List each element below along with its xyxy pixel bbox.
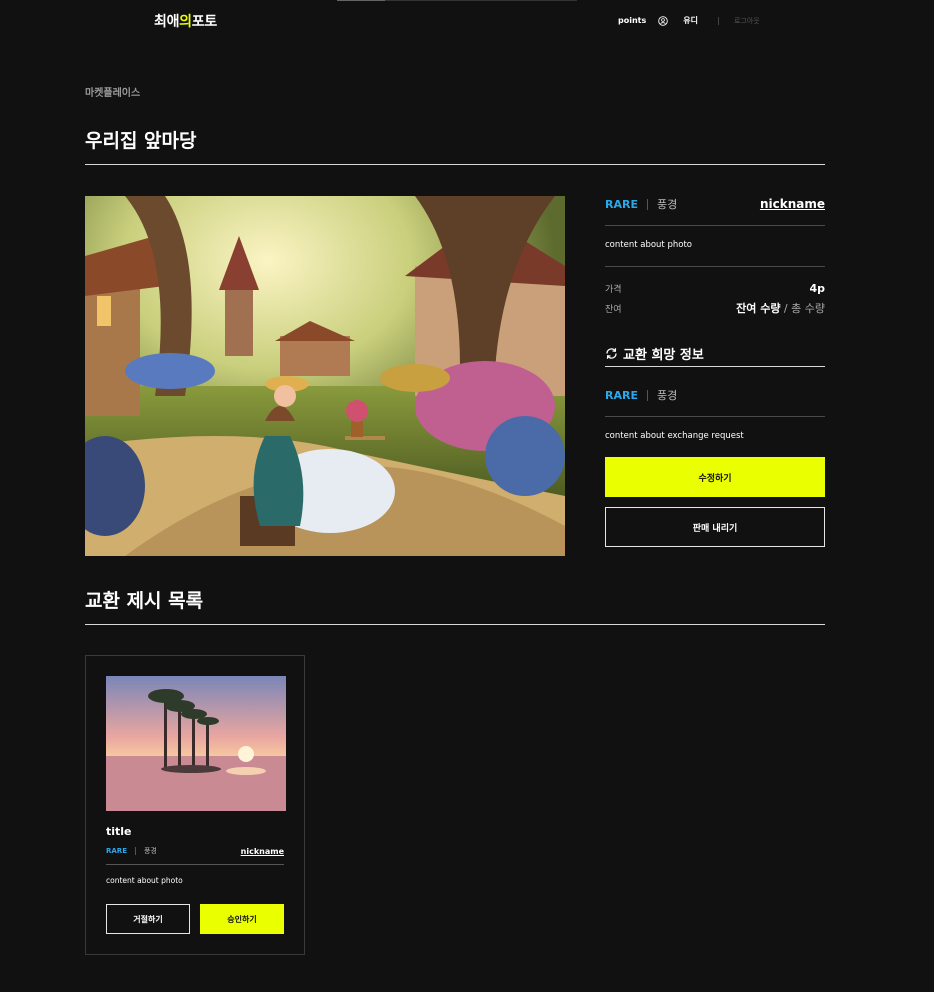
edit-button[interactable]: 수정하기 (605, 457, 825, 497)
approve-button[interactable]: 승인하기 (200, 904, 284, 934)
offer-rarity-badge: RARE (106, 847, 127, 855)
logo[interactable]: 최애의포토 (154, 11, 217, 31)
product-description: content about photo (605, 240, 692, 250)
offers-divider (85, 624, 825, 625)
exchange-meta-divider (605, 416, 825, 417)
meta-separator (646, 389, 648, 401)
logout-link[interactable]: 로그아웃 (734, 16, 760, 26)
exchange-description: content about exchange request (605, 431, 744, 441)
unlist-button[interactable]: 판매 내리기 (605, 507, 825, 547)
reject-button[interactable]: 거절하기 (106, 904, 190, 934)
category-label: 풍경 (656, 198, 678, 211)
exchange-meta: RARE 풍경 (605, 387, 825, 403)
user-icon[interactable] (658, 15, 669, 26)
nav-divider (717, 16, 719, 25)
stock-total: / 총 수량 (780, 302, 825, 315)
stock-label: 잔여 (605, 304, 622, 315)
stock-remaining: 잔여 수량 (736, 302, 781, 315)
top-nav: points 유디 로그아웃 (618, 15, 760, 26)
offer-divider (106, 864, 284, 865)
offer-nickname[interactable]: nickname (241, 847, 284, 856)
offer-description: content about photo (106, 876, 183, 885)
exchange-rarity-badge: RARE (605, 388, 638, 402)
logo-text-highlight: 의 (179, 14, 192, 30)
meta-separator (646, 198, 648, 210)
meta-separator (134, 847, 136, 855)
offers-section-title: 교환 제시 목록 (85, 590, 204, 612)
exchange-category-label: 풍경 (656, 389, 678, 402)
price-value: 4p (809, 282, 825, 295)
logo-text-1: 최애 (154, 14, 180, 30)
exchange-title-divider (605, 366, 825, 367)
price-row: 가격 4p (605, 282, 825, 295)
user-name[interactable]: 유디 (683, 15, 698, 26)
stock-value: 잔여 수량 / 총 수량 (736, 300, 825, 316)
logo-text-2: 포토 (191, 14, 217, 30)
top-scroll-indicator (337, 0, 385, 1)
offer-photo (106, 676, 286, 811)
product-meta: RARE 풍경 nickname (605, 196, 825, 212)
offer-meta: RARE 풍경 nickname (106, 846, 284, 856)
breadcrumb[interactable]: 마켓플레이스 (85, 84, 140, 99)
offer-title: title (106, 825, 132, 838)
exchange-title-text: 교환 희망 정보 (623, 348, 704, 363)
rarity-badge: RARE (605, 197, 638, 211)
refresh-icon (606, 348, 617, 359)
offer-category-label: 풍경 (143, 847, 157, 855)
seller-nickname[interactable]: nickname (760, 197, 825, 211)
description-divider (605, 266, 825, 267)
title-divider (85, 164, 825, 165)
stock-row: 잔여 잔여 수량 / 총 수량 (605, 300, 825, 316)
offer-card[interactable]: title RARE 풍경 nickname content about pho… (85, 655, 305, 955)
price-label: 가격 (605, 285, 622, 295)
meta-divider (605, 225, 825, 226)
exchange-title: 교환 희망 정보 (605, 344, 704, 363)
page-title: 우리집 앞마당 (85, 130, 197, 152)
product-photo (85, 196, 565, 556)
points-label: points (618, 16, 647, 25)
